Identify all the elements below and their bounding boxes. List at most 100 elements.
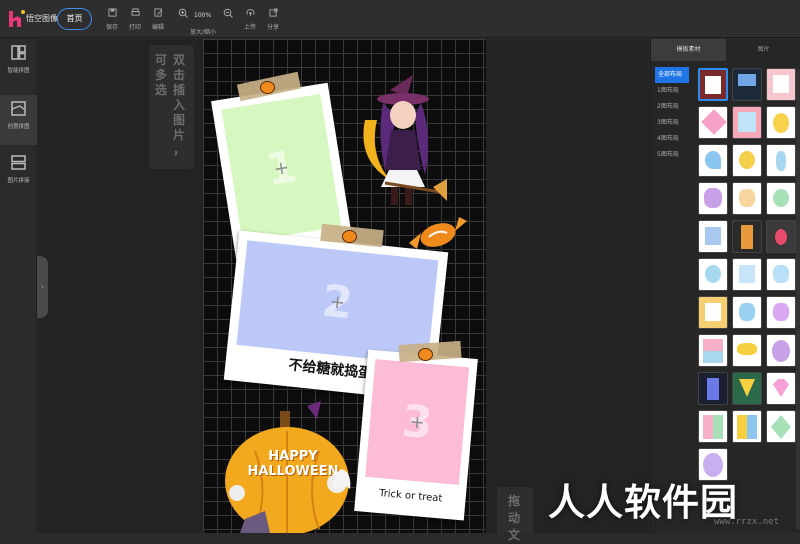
hint-col-left: 可 多 选 [155, 53, 169, 98]
template-thumb[interactable] [698, 296, 728, 329]
template-thumb[interactable] [732, 372, 762, 405]
nav-item-image-stitch[interactable]: 图片拼接 [0, 149, 37, 199]
edit-icon [153, 8, 162, 17]
nav-label: 智能拼图 [7, 68, 30, 74]
zoom-in-icon[interactable] [178, 8, 188, 18]
pumpkin-icon [260, 81, 275, 94]
collapse-sidebar-toggle[interactable]: › [37, 256, 48, 318]
edit-button[interactable]: 编辑 [152, 8, 164, 31]
template-thumb[interactable] [766, 106, 796, 139]
watermark-url: www.rrzx.net [714, 517, 780, 527]
hint-char: 文 [508, 528, 521, 542]
category-all[interactable]: 全部布局 [655, 67, 689, 83]
hint-char: 插 [173, 83, 186, 97]
frame-caption[interactable]: Trick or treat [355, 486, 466, 507]
template-thumb[interactable] [698, 258, 728, 291]
template-thumb[interactable] [698, 410, 728, 443]
hint-char: 图 [173, 113, 186, 127]
pumpkin-icon [418, 348, 433, 361]
template-thumb[interactable] [766, 372, 796, 405]
template-thumb[interactable] [698, 372, 728, 405]
template-thumb[interactable] [766, 334, 796, 367]
template-thumb[interactable] [698, 182, 728, 215]
photo-slot-1[interactable]: 1 + [221, 94, 342, 243]
print-button[interactable]: 打印 [129, 8, 141, 31]
template-thumb[interactable] [766, 296, 796, 329]
tab-images[interactable]: 图片 [726, 39, 800, 61]
add-photo-icon[interactable]: + [409, 411, 426, 433]
tab-templates[interactable]: 模板素材 [651, 39, 726, 61]
template-thumb[interactable] [698, 144, 728, 177]
zoom-label: 放大/缩小 [190, 29, 217, 36]
hint-char: 片 [173, 128, 186, 142]
template-thumb[interactable] [766, 144, 796, 177]
save-label: 保存 [106, 24, 119, 31]
share-label: 分享 [267, 24, 280, 31]
nav-label: 创意拼图 [7, 124, 30, 130]
insert-image-hint: 可 多 选 双 击 插 入 图 片 ， [149, 45, 194, 169]
template-thumb[interactable] [732, 68, 762, 101]
creative-layout-icon [11, 101, 26, 116]
pumpkin-icon [342, 230, 357, 243]
template-thumb[interactable] [732, 106, 762, 139]
hint-col-right: 双 击 插 入 图 片 ， [173, 53, 187, 158]
layout-icon [11, 45, 26, 60]
nav-item-smart-collage[interactable]: 智能拼图 [0, 39, 37, 89]
template-thumb[interactable] [698, 334, 728, 367]
add-photo-icon[interactable]: + [329, 291, 346, 313]
halloween-line-2: HALLOWEEN [247, 464, 339, 479]
share-icon [268, 8, 278, 17]
zoom-value: 100% [194, 12, 212, 19]
template-thumb[interactable] [732, 144, 762, 177]
witch-sticker[interactable] [355, 75, 450, 210]
category-5[interactable]: 5图布局 [651, 147, 695, 163]
template-thumb[interactable] [766, 220, 796, 253]
edit-label: 编辑 [152, 24, 165, 31]
hint-col: 拖 动 文 [508, 493, 522, 544]
panel-scrollbar[interactable] [796, 69, 800, 529]
hint-char: 拖 [508, 494, 521, 508]
collage-canvas[interactable]: 1 + 2 + 不给糖就捣蛋 3 + Trick or treat HAPPY … [203, 39, 486, 533]
category-4[interactable]: 4图布局 [651, 131, 695, 147]
ghost-sticker[interactable] [331, 467, 353, 491]
share-button[interactable]: 分享 [267, 8, 279, 31]
template-thumb[interactable] [732, 410, 762, 443]
hint-char: 动 [508, 511, 521, 525]
template-thumb[interactable] [766, 182, 796, 215]
template-thumb[interactable] [732, 334, 762, 367]
layout-category-list: 全部布局 1图布局 2图布局 3图布局 4图布局 5图布局 [651, 67, 695, 163]
halloween-line-1: HAPPY [268, 449, 318, 464]
hint-char: 选 [155, 83, 168, 97]
template-thumb[interactable] [698, 68, 728, 101]
category-1[interactable]: 1图布局 [651, 83, 695, 99]
save-button[interactable]: 保存 [106, 8, 118, 31]
template-thumb[interactable] [766, 258, 796, 291]
drag-text-hint: 拖 动 文 [497, 487, 533, 542]
template-thumb[interactable] [732, 220, 762, 253]
add-photo-icon[interactable]: + [272, 156, 290, 179]
hint-char: 入 [173, 98, 186, 112]
hint-char: 多 [155, 68, 168, 82]
template-thumb[interactable] [732, 296, 762, 329]
save-icon [107, 8, 117, 17]
template-thumb[interactable] [766, 410, 796, 443]
template-thumb[interactable] [766, 68, 796, 101]
zoom-out-icon[interactable] [223, 8, 233, 18]
template-thumb[interactable] [732, 182, 762, 215]
candy-sticker[interactable] [407, 217, 469, 251]
photo-slot-3[interactable]: 3 + [365, 359, 470, 485]
category-3[interactable]: 3图布局 [651, 115, 695, 131]
template-panel: 模板素材 图片 全部布局 1图布局 2图布局 3图布局 4图布局 5图布局 [650, 39, 800, 533]
nav-item-creative-collage[interactable]: 创意拼图 [0, 95, 37, 145]
app-logo-icon [9, 10, 25, 27]
template-thumb[interactable] [698, 106, 728, 139]
template-thumb[interactable] [698, 220, 728, 253]
category-2[interactable]: 2图布局 [651, 99, 695, 115]
template-thumb[interactable] [732, 258, 762, 291]
watermark-text: 人人软件园 [548, 481, 738, 524]
hint-char: 可 [155, 53, 168, 67]
home-button[interactable]: 首页 [57, 8, 92, 30]
print-label: 打印 [129, 24, 142, 31]
upload-button[interactable]: 上传 [244, 8, 256, 31]
photo-frame-3[interactable]: 3 + Trick or treat [354, 349, 478, 521]
